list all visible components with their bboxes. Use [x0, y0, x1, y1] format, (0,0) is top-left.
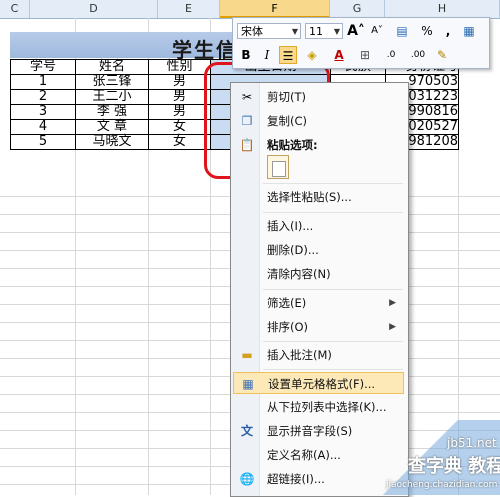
italic-button[interactable]: I [258, 46, 276, 64]
menu-item-label: 剪切(T) [267, 90, 306, 104]
cell-gender[interactable]: 男 [148, 74, 211, 90]
borders-button[interactable]: ⊞ [354, 46, 376, 64]
menu-item-filter[interactable]: 筛选(E) ▶ [233, 292, 404, 314]
font-name-value: 宋体 [241, 25, 263, 38]
bold-button[interactable]: B [237, 46, 255, 64]
cell-name[interactable]: 王二小 [75, 89, 149, 105]
format-cells-icon: ▦ [242, 377, 254, 391]
column-header-g[interactable]: G [330, 0, 385, 18]
format-painter-button[interactable]: ▦ [460, 22, 478, 40]
accounting-icon: ▤ [396, 24, 408, 38]
cell-name[interactable]: 张三锋 [75, 74, 149, 90]
comma-style-button[interactable]: , [439, 22, 457, 40]
menu-item-label: 排序(O) [267, 320, 309, 334]
font-size-select[interactable]: 11 ▼ [305, 23, 343, 39]
eraser-button[interactable]: ✎ [433, 46, 451, 64]
menu-item-label: 定义名称(A)... [267, 448, 341, 462]
menu-item-sort[interactable]: 排序(O) ▶ [233, 316, 404, 338]
mini-format-toolbar: 宋体 ▼ 11 ▼ A˄ A˅ ▤ % , ▦ B I ☰ ◈ A ⊞ .0 .… [232, 17, 490, 69]
watermark-site: jb51.net [447, 436, 497, 450]
cell-id[interactable]: 1 [10, 74, 76, 90]
menu-item-copy[interactable]: ❐ 复制(C) [233, 110, 404, 132]
shrink-font-icon: A [371, 25, 378, 36]
menu-item-label: 粘贴选项: [267, 138, 318, 152]
menu-item-label: 清除内容(N) [267, 267, 331, 281]
menu-item-pick-from-list[interactable]: 从下拉列表中选择(K)... [233, 396, 404, 418]
paint-bucket-icon: ◈ [307, 48, 317, 62]
shrink-font-button[interactable]: A˅ [368, 22, 386, 40]
menu-item-label: 选择性粘贴(S)... [267, 190, 352, 204]
fill-color-button[interactable]: ◈ [300, 46, 324, 64]
column-header-e[interactable]: E [158, 0, 220, 18]
menu-item-label: 插入(I)... [267, 219, 314, 233]
grow-font-icon: A [347, 23, 358, 39]
scissors-icon: ✂ [241, 90, 253, 104]
menu-item-label: 筛选(E) [267, 296, 307, 310]
menu-item-label: 显示拼音字段(S) [267, 424, 353, 438]
table-icon: ▦ [463, 24, 475, 38]
cell-gender[interactable]: 女 [148, 119, 211, 135]
increase-decimal-button[interactable]: .0 [379, 46, 403, 64]
comment-icon: ▬ [241, 348, 253, 362]
column-header-h[interactable]: H [385, 0, 500, 18]
font-size-value: 11 [309, 25, 323, 38]
menu-separator [263, 212, 403, 213]
column-header-f[interactable]: F [220, 0, 330, 18]
copy-icon: ❐ [241, 114, 253, 128]
column-header-c[interactable]: C [0, 0, 30, 18]
grow-font-button[interactable]: A˄ [347, 22, 365, 40]
submenu-arrow-icon: ▶ [389, 322, 396, 332]
column-header-d[interactable]: D [30, 0, 158, 18]
cell-name[interactable]: 文 章 [75, 119, 149, 135]
menu-separator [263, 183, 403, 184]
eraser-icon: ✎ [436, 48, 448, 62]
watermark-url: jiaocheng.chazidian.com [386, 480, 498, 490]
menu-item-clear-contents[interactable]: 清除内容(N) [233, 263, 404, 285]
paste-button[interactable] [267, 155, 289, 179]
globe-link-icon: 🌐 [239, 472, 255, 486]
menu-item-paste-special[interactable]: 选择性粘贴(S)... [233, 186, 404, 208]
font-color-button[interactable]: A [327, 46, 351, 64]
font-name-select[interactable]: 宋体 ▼ [237, 23, 301, 39]
menu-item-label: 插入批注(M) [267, 348, 332, 362]
menu-item-insert-comment[interactable]: ▬ 插入批注(M) [233, 344, 404, 366]
menu-item-paste-options: 📋 粘贴选项: [233, 134, 404, 156]
cell-gender[interactable]: 男 [148, 89, 211, 105]
accounting-format-button[interactable]: ▤ [389, 22, 415, 40]
menu-item-insert[interactable]: 插入(I)... [233, 215, 404, 237]
phonetic-icon: 文 [240, 424, 253, 438]
cell-id[interactable]: 4 [10, 119, 76, 135]
chevron-down-icon: ▼ [291, 27, 298, 36]
menu-item-label: 删除(D)... [267, 243, 319, 257]
cell-name[interactable]: 李 强 [75, 104, 149, 120]
align-center-icon: ☰ [282, 49, 294, 63]
cell-id[interactable]: 2 [10, 89, 76, 105]
menu-separator [263, 289, 403, 290]
percent-style-button[interactable]: % [418, 22, 436, 40]
borders-icon: ⊞ [359, 48, 371, 62]
cell-name[interactable]: 马晓文 [75, 134, 149, 150]
submenu-arrow-icon: ▶ [389, 298, 396, 308]
chevron-down-icon: ▼ [333, 27, 340, 36]
watermark-brand: 查字典 教程网 [408, 456, 500, 477]
cell-gender[interactable]: 女 [148, 134, 211, 150]
menu-item-label: 复制(C) [267, 114, 308, 128]
menu-item-label: 从下拉列表中选择(K)... [267, 400, 387, 414]
menu-item-label: 设置单元格格式(F)... [268, 377, 376, 391]
header-cell-id[interactable]: 学号 [10, 59, 76, 75]
menu-item-cut[interactable]: ✂ 剪切(T) [233, 86, 404, 108]
menu-separator [263, 369, 403, 370]
decrease-decimal-button[interactable]: .00 [406, 46, 430, 64]
menu-item-format-cells[interactable]: ▦ 设置单元格格式(F)... [233, 372, 404, 394]
cell-id[interactable]: 5 [10, 134, 76, 150]
cell-gender[interactable]: 男 [148, 104, 211, 120]
header-cell-name[interactable]: 姓名 [75, 59, 149, 75]
menu-separator [263, 341, 403, 342]
clipboard-icon: 📋 [239, 138, 255, 152]
menu-item-label: 超链接(I)... [267, 472, 325, 486]
menu-item-delete[interactable]: 删除(D)... [233, 239, 404, 261]
header-cell-gender[interactable]: 性别 [148, 59, 211, 75]
align-center-button[interactable]: ☰ [279, 46, 297, 64]
cell-id[interactable]: 3 [10, 104, 76, 120]
